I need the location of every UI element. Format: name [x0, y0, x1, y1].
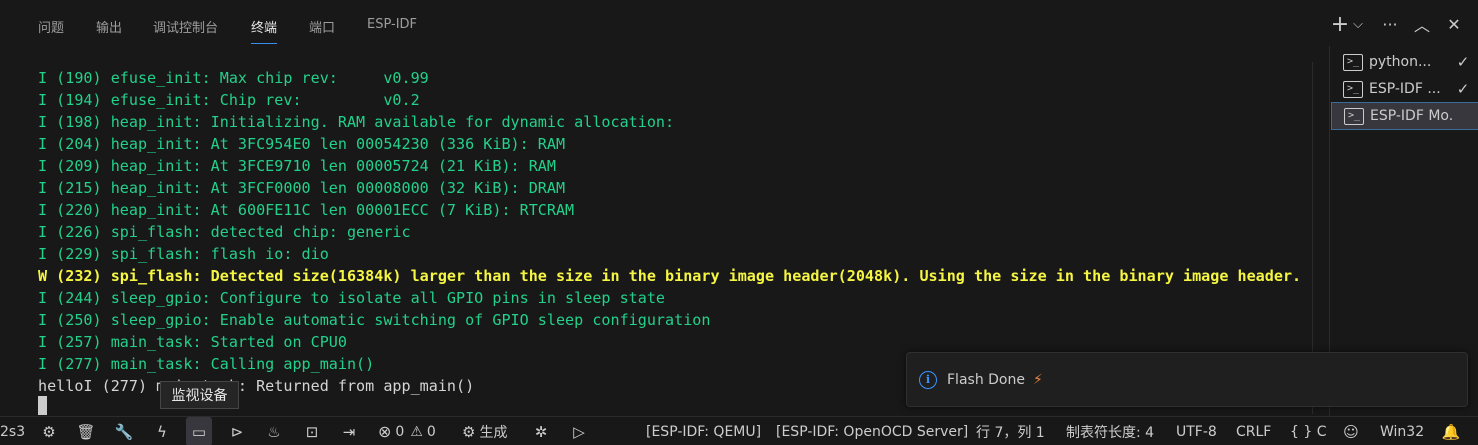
terminal-line: I (215) heap_init: At 3FCF0000 len 00008… — [38, 179, 566, 197]
terminal-list-item[interactable]: >_ python... ✓ — [1331, 48, 1478, 76]
terminal-line: I (257) main_task: Started on CPU0 — [38, 333, 347, 351]
notification-message: Flash Done — [947, 371, 1025, 388]
terminal-prompt-icon: >_ — [1343, 80, 1363, 98]
error-count: 0 — [395, 423, 405, 440]
status-openocd[interactable]: [ESP-IDF: OpenOCD Server] — [776, 417, 968, 445]
terminal-prompt-icon: >_ — [1344, 107, 1364, 125]
terminal-list-label: ESP-IDF Mo... — [1370, 108, 1452, 124]
terminal-list-item[interactable]: >_ ESP-IDF Mo... — [1331, 102, 1478, 130]
terminal-line: I (244) sleep_gpio: Configure to isolate… — [38, 289, 666, 307]
status-language[interactable]: { } C — [1290, 417, 1327, 445]
tab-output[interactable]: 输出 — [96, 17, 122, 36]
terminal-line: I (250) sleep_gpio: Enable automatic swi… — [38, 311, 711, 329]
terminal-line: I (190) efuse_init: Max chip rev: v0.99 — [38, 69, 429, 87]
enter-icon[interactable]: ⇥ — [336, 417, 362, 445]
tab-terminal[interactable]: 终端 — [251, 17, 278, 44]
check-icon: ✓ — [1456, 53, 1470, 71]
terminal-line: I (198) heap_init: Initializing. RAM ava… — [38, 113, 675, 131]
problems-status[interactable]: ⊗ 0 ⚠ 0 — [378, 417, 436, 445]
notification-toast[interactable]: i Flash Done ⚡ — [906, 352, 1468, 407]
trash-icon[interactable]: 🗑 — [73, 417, 99, 445]
terminal-line: I (226) spi_flash: detected chip: generi… — [38, 223, 411, 241]
terminal-cursor — [38, 396, 47, 415]
error-icon: ⊗ — [378, 422, 392, 441]
terminal-line: I (204) heap_init: At 3FC954E0 len 00054… — [38, 135, 566, 153]
run-icon[interactable]: ▷ — [566, 417, 592, 445]
check-icon: ✓ — [1456, 80, 1470, 98]
monitor-tooltip: 监视设备 — [160, 381, 239, 409]
bell-icon[interactable]: 🔔 — [1438, 417, 1464, 445]
tab-debug-console[interactable]: 调试控制台 — [153, 17, 218, 36]
warning-count: 0 — [426, 423, 436, 440]
panel-tabbar: 问题 输出 调试控制台 终端 端口 ESP-IDF + ⌵ ··· ︿ ✕ — [0, 0, 1478, 50]
terminal-line: I (194) efuse_init: Chip rev: v0.2 — [38, 91, 420, 109]
new-terminal-plus-icon[interactable]: + — [1330, 12, 1350, 37]
wrench-icon[interactable]: 🔧 — [111, 417, 137, 445]
terminal-icon[interactable]: ⊡ — [299, 417, 325, 445]
monitor-icon[interactable]: ▭ — [186, 417, 212, 445]
terminal-line: W (232) spi_flash: Detected size(16384k)… — [38, 267, 1302, 285]
status-target-chip[interactable]: 2s3 — [0, 417, 25, 445]
status-eol[interactable]: CRLF — [1236, 417, 1271, 445]
info-icon: i — [919, 370, 937, 389]
build-label: 生成 — [479, 424, 508, 441]
build-button[interactable]: ⚙ 生成 — [462, 417, 507, 445]
terminal-list-label: ESP-IDF ... — [1369, 81, 1441, 97]
status-tab-size[interactable]: 制表符长度: 4 — [1066, 417, 1154, 445]
status-encoding[interactable]: UTF-8 — [1176, 417, 1217, 445]
status-cursor-position[interactable]: 行 7，列 1 — [976, 417, 1045, 445]
debug-bug-icon[interactable]: ✲ — [528, 417, 554, 445]
status-platform[interactable]: Win32 — [1380, 417, 1424, 445]
terminal-line: I (209) heap_init: At 3FCE9710 len 00005… — [38, 157, 556, 175]
terminal-list-label: python... — [1369, 54, 1432, 70]
maximize-panel-icon[interactable]: ︿ — [1412, 13, 1432, 35]
close-panel-icon[interactable]: ✕ — [1444, 13, 1464, 35]
fire-icon[interactable]: ♨ — [261, 417, 287, 445]
terminal-line: I (229) spi_flash: flash io: dio — [38, 245, 329, 263]
more-actions-icon[interactable]: ··· — [1380, 13, 1400, 35]
build-gear-icon: ⚙ — [462, 422, 476, 441]
terminal-output[interactable]: I (190) efuse_init: Max chip rev: v0.99 I… — [38, 67, 1302, 397]
debug-flash-icon[interactable]: ⊳ — [224, 417, 250, 445]
status-qemu[interactable]: [ESP-IDF: QEMU] — [646, 417, 761, 445]
panel-actions: + ⌵ ··· ︿ ✕ — [1330, 12, 1464, 37]
lightning-icon: ⚡ — [1032, 371, 1043, 388]
status-bar: 2s3 ⚙ 🗑 🔧 ϟ ▭ ⊳ ♨ ⊡ ⇥ ⊗ 0 ⚠ 0 ⚙ 生成 ✲ ▷ [… — [0, 416, 1478, 445]
terminal-prompt-icon: >_ — [1343, 53, 1363, 71]
gear-icon[interactable]: ⚙ — [36, 417, 62, 445]
terminal-dropdown-chevron-icon[interactable]: ⌵ — [1348, 13, 1368, 35]
copilot-icon[interactable]: ☺ — [1338, 417, 1364, 445]
terminal-line: I (220) heap_init: At 600FE11C len 00001… — [38, 201, 575, 219]
tab-esp-idf[interactable]: ESP-IDF — [367, 17, 417, 32]
tab-ports[interactable]: 端口 — [309, 17, 335, 36]
tab-problems[interactable]: 问题 — [38, 17, 64, 36]
flash-icon[interactable]: ϟ — [149, 417, 175, 445]
terminal-list-item[interactable]: >_ ESP-IDF ... ✓ — [1331, 75, 1478, 103]
warning-icon: ⚠ — [410, 423, 423, 440]
